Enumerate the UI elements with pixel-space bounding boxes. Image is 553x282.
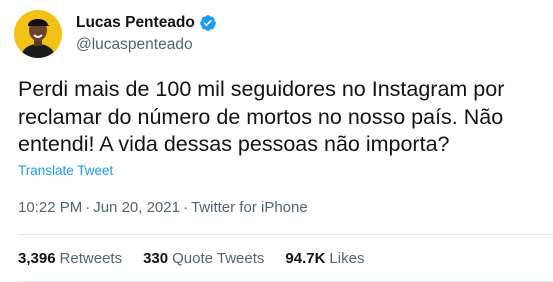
likes-stat[interactable]: 94.7K Likes bbox=[285, 250, 364, 267]
avatar-photo-icon bbox=[14, 10, 62, 58]
author-handle[interactable]: @lucaspenteado bbox=[76, 36, 193, 54]
tweet-meta: 10:22 PM · Jun 20, 2021 · Twitter for iPhone bbox=[18, 199, 308, 216]
quote-tweets-label: Quote Tweets bbox=[172, 250, 265, 267]
tweet-source-link[interactable]: Twitter for iPhone bbox=[191, 199, 308, 216]
tweet-card: Lucas Penteado @lucaspenteado Perdi mais… bbox=[0, 0, 553, 282]
divider bbox=[18, 234, 553, 235]
tweet-time: 10:22 PM bbox=[18, 199, 83, 216]
tweet-date: Jun 20, 2021 bbox=[93, 199, 180, 216]
likes-label: Likes bbox=[329, 250, 365, 267]
retweets-stat[interactable]: 3,396 Retweets bbox=[18, 250, 122, 267]
tweet-time-link[interactable]: 10:22 PM · Jun 20, 2021 bbox=[18, 199, 180, 216]
likes-count: 94.7K bbox=[285, 250, 326, 267]
tweet-text: Perdi mais de 100 mil seguidores no Inst… bbox=[18, 77, 505, 156]
retweets-label: Retweets bbox=[59, 250, 123, 267]
tweet-stats: 3,396 Retweets 330 Quote Tweets 94.7K Likes bbox=[18, 250, 364, 267]
author-display-name[interactable]: Lucas Penteado bbox=[76, 14, 195, 32]
meta-separator: · bbox=[85, 199, 91, 216]
avatar[interactable] bbox=[14, 10, 62, 58]
quote-tweets-count: 330 bbox=[143, 250, 169, 267]
translate-tweet-link[interactable]: Translate Tweet bbox=[18, 163, 113, 178]
verified-badge-icon bbox=[199, 14, 217, 32]
quote-tweets-stat[interactable]: 330 Quote Tweets bbox=[143, 250, 264, 267]
meta-separator: · bbox=[182, 199, 188, 216]
retweets-count: 3,396 bbox=[18, 250, 56, 267]
author-name-row[interactable]: Lucas Penteado bbox=[76, 12, 217, 34]
